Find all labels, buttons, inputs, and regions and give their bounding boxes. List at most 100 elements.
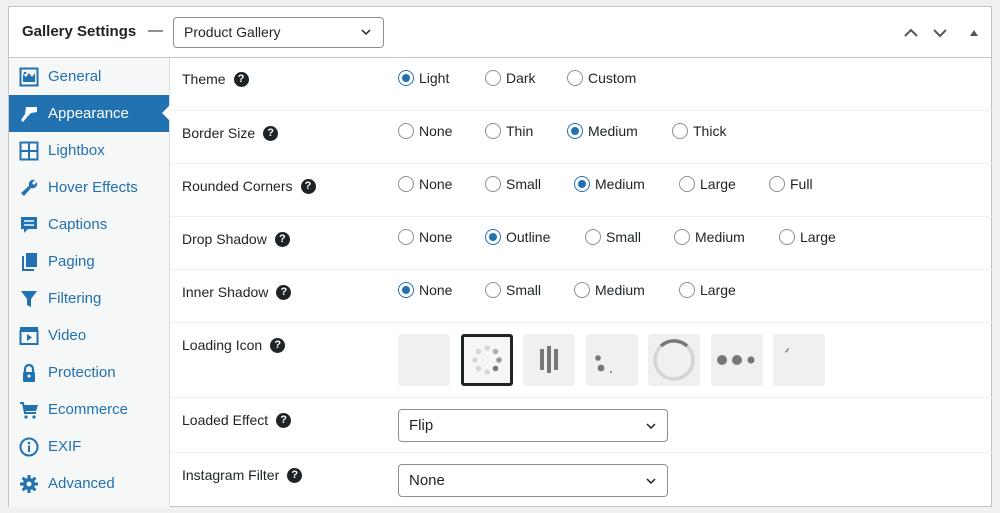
sidebar-item-label: Captions — [48, 216, 108, 233]
radio-option[interactable]: Full — [769, 176, 813, 192]
loading-icon-dots-spinner[interactable] — [460, 334, 513, 386]
help-icon[interactable]: ? — [287, 467, 303, 483]
sidebar-item-advanced[interactable]: Advanced — [9, 465, 169, 502]
radio-option[interactable]: Medium — [574, 282, 679, 298]
trail-icon — [785, 348, 789, 353]
gear-icon — [19, 474, 39, 494]
setting-row-loaded-effect: Loaded Effect? Flip — [171, 398, 992, 453]
loading-icon-three-dots[interactable] — [710, 334, 763, 386]
setting-row-instagram-filter: Instagram Filter? None — [171, 453, 992, 507]
sidebar-item-video[interactable]: Video — [9, 317, 169, 354]
setting-row-loading-icon: Loading Icon? — [171, 323, 992, 398]
help-icon[interactable]: ? — [233, 71, 249, 87]
radio-option[interactable]: None — [398, 229, 485, 245]
title-separator: — — [148, 22, 163, 39]
setting-label: Inner Shadow? — [182, 284, 292, 300]
setting-row-border-size: Border Size? None Thin Medium Thick — [171, 111, 992, 164]
setting-label: Loaded Effect? — [182, 412, 292, 428]
move-up-button[interactable] — [902, 24, 920, 42]
sidebar-item-label: Video — [48, 327, 87, 344]
chevron-down-icon — [361, 29, 371, 36]
radio-option[interactable]: Small — [585, 229, 674, 245]
radio-option[interactable]: Outline — [485, 229, 585, 245]
sidebar-item-label: EXIF — [48, 438, 82, 455]
sidebar-item-label: Hover Effects — [48, 179, 138, 196]
radio-option[interactable]: Small — [485, 176, 574, 192]
lock-icon — [19, 363, 39, 383]
rounded-corners-radio-group: None Small Medium Large Full — [398, 176, 813, 192]
setting-label: Drop Shadow? — [182, 231, 290, 247]
bouncing-dots-icon — [594, 355, 612, 373]
loaded-effect-value: Flip — [409, 417, 434, 434]
help-icon[interactable]: ? — [276, 284, 292, 300]
radio-option[interactable]: Medium — [574, 176, 679, 192]
help-icon[interactable]: ? — [274, 231, 290, 247]
radio-option[interactable]: Dark — [485, 70, 567, 86]
bars-icon — [540, 346, 558, 373]
sidebar-item-lightbox[interactable]: Lightbox — [9, 132, 169, 169]
help-icon[interactable]: ? — [270, 337, 286, 353]
setting-label: Rounded Corners? — [182, 178, 316, 194]
info-icon — [19, 437, 39, 457]
setting-row-theme: Theme? Light Dark Custom — [171, 58, 992, 111]
sidebar-item-label: Advanced — [48, 475, 115, 492]
radio-option[interactable]: Medium — [674, 229, 779, 245]
radio-option[interactable]: Large — [779, 229, 836, 245]
sidebar-item-protection[interactable]: Protection — [9, 354, 169, 391]
loading-icon-none[interactable] — [398, 334, 450, 386]
chevron-down-icon — [646, 478, 656, 485]
gallery-template-select[interactable]: Product Gallery — [173, 17, 384, 48]
radio-option[interactable]: None — [398, 176, 485, 192]
sidebar-item-label: Lightbox — [48, 142, 105, 159]
theme-radio-group: Light Dark Custom — [398, 70, 636, 86]
radio-option[interactable]: Small — [485, 282, 574, 298]
instagram-filter-select[interactable]: None — [398, 464, 668, 497]
radio-option[interactable]: None — [398, 123, 485, 139]
radio-option[interactable]: None — [398, 282, 485, 298]
sidebar-item-captions[interactable]: Captions — [9, 206, 169, 243]
pages-icon — [19, 252, 39, 272]
sidebar-item-filtering[interactable]: Filtering — [9, 280, 169, 317]
sidebar-item-hover-effects[interactable]: Hover Effects — [9, 169, 169, 206]
radio-option[interactable]: Custom — [567, 70, 636, 86]
image-icon — [19, 67, 39, 87]
chevron-down-icon — [646, 423, 656, 430]
sidebar-item-label: Paging — [48, 253, 95, 270]
sidebar-item-label: Ecommerce — [48, 401, 129, 418]
border-size-radio-group: None Thin Medium Thick — [398, 123, 726, 139]
setting-label: Loading Icon? — [182, 337, 286, 353]
gallery-settings-panel: Gallery Settings — Product Gallery Gener… — [8, 6, 992, 507]
ring-icon — [653, 339, 695, 381]
help-icon[interactable]: ? — [300, 178, 316, 194]
video-icon — [19, 326, 39, 346]
instagram-filter-value: None — [409, 472, 445, 489]
paintbrush-icon — [19, 104, 39, 124]
setting-row-rounded-corners: Rounded Corners? None Small Medium Large… — [171, 164, 992, 217]
loading-icon-bouncing-dots[interactable] — [585, 334, 638, 386]
radio-option[interactable]: Medium — [567, 123, 672, 139]
drop-shadow-radio-group: None Outline Small Medium Large — [398, 229, 836, 245]
settings-sidebar: General Appearance Lightbox Hover Effect… — [9, 58, 170, 507]
help-icon[interactable]: ? — [276, 412, 292, 428]
toggle-panel-button[interactable] — [965, 24, 983, 42]
setting-label: Instagram Filter? — [182, 467, 303, 483]
dots-spinner-icon — [471, 345, 502, 375]
loaded-effect-select[interactable]: Flip — [398, 409, 668, 442]
radio-option[interactable]: Large — [679, 176, 769, 192]
loading-icon-bars[interactable] — [523, 334, 575, 386]
sidebar-item-exif[interactable]: EXIF — [9, 428, 169, 465]
loading-icon-ring[interactable] — [648, 334, 700, 386]
move-down-button[interactable] — [931, 24, 949, 42]
sidebar-item-general[interactable]: General — [9, 58, 169, 95]
grid-icon — [19, 141, 39, 161]
radio-option[interactable]: Thin — [485, 123, 567, 139]
radio-option[interactable]: Thick — [672, 123, 726, 139]
sidebar-item-ecommerce[interactable]: Ecommerce — [9, 391, 169, 428]
radio-option[interactable]: Large — [679, 282, 736, 298]
sidebar-item-paging[interactable]: Paging — [9, 243, 169, 280]
radio-option[interactable]: Light — [398, 70, 485, 86]
sidebar-item-appearance[interactable]: Appearance — [9, 95, 170, 132]
panel-header: Gallery Settings — Product Gallery — [9, 7, 991, 58]
help-icon[interactable]: ? — [263, 125, 279, 141]
loading-icon-trail[interactable] — [773, 334, 825, 386]
